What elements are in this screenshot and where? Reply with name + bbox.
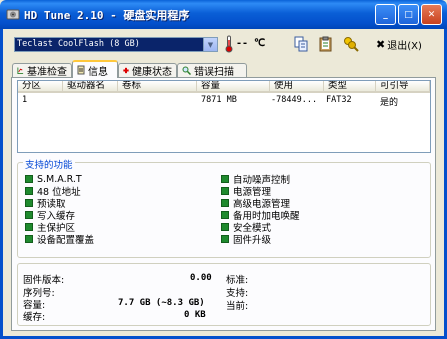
window-title: HD Tune 2.10 - 硬盘实用程序 [24, 9, 190, 22]
tab-info[interactable]: 信息 [72, 60, 118, 78]
clipboard-icon[interactable] [318, 36, 334, 52]
features-right-column: 自动噪声控制 电源管理 高级电源管理 备用时加电唤醒 安全模式 固件升级 [221, 173, 300, 246]
support-label: 支持: [226, 288, 249, 299]
table-cell[interactable]: -78449... [271, 95, 317, 105]
column-header-label[interactable]: 卷标 [118, 81, 197, 93]
check-icon [25, 223, 33, 231]
minimize-button[interactable]: _ [375, 4, 396, 25]
cache-label: 缓存: [23, 312, 46, 323]
tab-benchmark[interactable]: 基准检查 [12, 63, 72, 78]
check-icon [221, 223, 229, 231]
column-header-type[interactable]: 类型 [324, 81, 376, 93]
info-icon [77, 65, 85, 75]
feature-item: 固件升级 [221, 233, 300, 246]
maximize-button[interactable]: □ [398, 4, 419, 25]
capacity-value: 7.7 GB (~8.3 GB) [118, 298, 205, 308]
tab-label: 错误扫描 [194, 67, 234, 78]
column-header-used[interactable]: 使用 [270, 81, 324, 93]
copy-icon[interactable] [293, 36, 309, 52]
column-header-drive[interactable]: 驱动器名 [63, 81, 118, 93]
temperature-readout: -- ℃ [236, 38, 266, 49]
firmware-value: 0.00 [190, 273, 212, 283]
tab-error-scan[interactable]: 错误扫描 [177, 63, 247, 78]
exit-label: 退出(X) [387, 40, 422, 52]
thermometer-icon [225, 35, 233, 53]
table-cell[interactable]: 是的 [380, 95, 398, 108]
check-icon [25, 187, 33, 195]
table-cell[interactable]: 7871 MB [201, 95, 237, 105]
cache-value: 0 KB [184, 310, 206, 320]
tab-label: 健康状态 [132, 67, 172, 78]
tab-health[interactable]: 健康状态 [118, 63, 177, 78]
features-left-column: S.M.A.R.T 48 位地址 预读取 写入缓存 主保护区 设备配置覆盖 [25, 173, 94, 246]
firmware-label: 固件版本: [23, 275, 65, 286]
table-cell[interactable]: 1 [22, 95, 27, 105]
check-icon [221, 211, 229, 219]
check-icon [25, 211, 33, 219]
current-label: 当前: [226, 301, 249, 312]
tab-label: 基准检查 [27, 67, 67, 78]
table-cell[interactable]: FAT32 [326, 95, 352, 105]
standard-label: 标准: [226, 275, 249, 286]
details-group [17, 263, 431, 326]
hdtune-app-icon [6, 9, 20, 20]
features-title: 支持的功能 [23, 157, 75, 171]
check-icon [25, 235, 33, 243]
check-icon [221, 187, 229, 195]
column-header-bootable[interactable]: 可引导 [376, 81, 430, 93]
check-icon [221, 175, 229, 183]
check-icon [25, 199, 33, 207]
drive-select[interactable]: Teclast CoolFlash (8 GB) [14, 37, 204, 52]
close-icon: ✖ [376, 37, 386, 51]
magnifier-icon [182, 66, 191, 75]
column-header-partition[interactable]: 分区 [18, 81, 63, 93]
check-icon [221, 235, 229, 243]
check-icon [221, 199, 229, 207]
tab-label: 信息 [88, 66, 108, 78]
exit-button[interactable]: ✖ 退出(X) [376, 36, 422, 52]
health-icon [123, 67, 129, 74]
keys-icon[interactable] [343, 36, 359, 52]
check-icon [25, 175, 33, 183]
close-button[interactable]: ✕ [421, 4, 442, 25]
chevron-down-icon[interactable]: ▼ [203, 37, 218, 52]
benchmark-icon [17, 67, 24, 74]
column-header-capacity[interactable]: 容量 [197, 81, 270, 93]
feature-item: 设备配置覆盖 [25, 233, 94, 246]
